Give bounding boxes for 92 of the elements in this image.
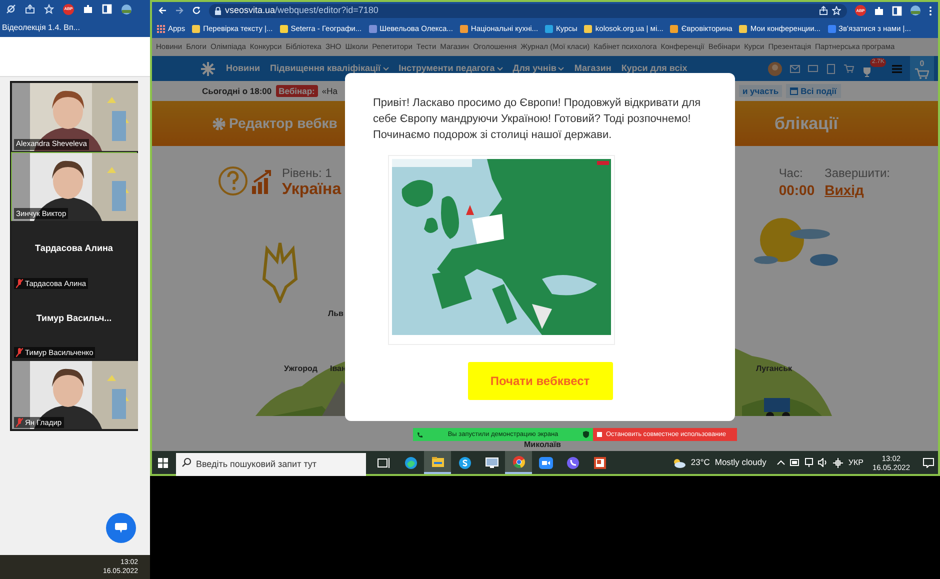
time-label: Час: [778, 166, 804, 180]
star-icon[interactable] [832, 6, 841, 15]
document-icon[interactable] [826, 64, 836, 74]
all-events-button[interactable]: Всі події [786, 84, 841, 98]
skype-s-icon [458, 456, 472, 470]
profile-avatar-icon[interactable] [910, 5, 921, 16]
gear-icon [212, 116, 226, 130]
trident-emblem-icon [260, 241, 300, 303]
site-favicon-icon [280, 24, 288, 32]
phone-icon [417, 432, 423, 438]
temperature: 23°C [690, 456, 710, 469]
site-favicon-icon [828, 24, 836, 32]
task-view-icon [376, 456, 390, 470]
apps-grid-icon [157, 24, 165, 32]
map-label: Ужгород [284, 363, 318, 375]
site-favicon-icon [739, 24, 748, 32]
country-name: Україна [282, 180, 342, 200]
search-field[interactable]: Введіть пошуковий запит тут [176, 452, 366, 476]
language-indicator[interactable]: УКР [848, 456, 864, 468]
address-bar[interactable]: vseosvita.ua/webquest/editor?id=7180 [209, 4, 847, 18]
chevron-up-icon[interactable] [777, 460, 786, 465]
browser-swirl-icon [404, 456, 418, 470]
mail-icon[interactable] [790, 64, 800, 72]
site-favicon-icon [584, 24, 592, 32]
phone-bubble-icon [566, 456, 580, 470]
site-nav-link[interactable]: Магазин [574, 62, 612, 76]
folder-icon [430, 454, 444, 468]
join-button[interactable]: и участь [739, 84, 782, 98]
map-label: Льв [328, 308, 344, 320]
finish-label: Завершити: [824, 166, 890, 180]
map-label: Луганськ [756, 363, 792, 375]
speaker-icon[interactable] [818, 458, 828, 467]
notification-icon[interactable] [923, 458, 934, 468]
site-favicon-icon [670, 24, 678, 32]
cart-button[interactable]: 0 [910, 56, 934, 81]
chevron-down-icon [382, 66, 389, 70]
map-label: Миколаїв [524, 439, 561, 451]
participant-display-name: Тардасова Алина [34, 242, 114, 256]
chrome-ball-icon [512, 454, 526, 468]
site-favicon-icon [192, 24, 200, 32]
start-webquest-button[interactable]: Почати вебквест [468, 362, 612, 400]
site-nav-link[interactable]: Курси для всіх [621, 62, 688, 76]
chat-button[interactable] [106, 513, 136, 543]
puzzle-icon[interactable] [83, 4, 93, 14]
site-nav-link[interactable]: Інструменти педагога [398, 62, 495, 76]
cart-icon[interactable] [844, 64, 854, 73]
video-camera-icon [538, 456, 552, 470]
chevron-down-icon [558, 66, 564, 70]
level-label: Рівень: 1 [282, 166, 333, 180]
site-nav-link[interactable]: Підвищення кваліфікації [270, 62, 381, 76]
sidebar-icon[interactable] [102, 4, 112, 14]
weather-text: Mostly cloudy [714, 456, 766, 469]
calendar-icon [790, 87, 798, 95]
share-icon[interactable] [819, 6, 828, 15]
site-favicon-icon [460, 24, 468, 32]
site-favicon-icon [545, 24, 554, 32]
exit-link[interactable]: Вихід [824, 180, 890, 200]
webinar-title: «На [322, 84, 338, 98]
lock-icon [215, 6, 221, 14]
network-icon[interactable] [833, 458, 844, 468]
snowflake-logo-icon[interactable] [200, 60, 216, 76]
cart-icon [915, 68, 929, 78]
webinar-label: Вебінар: [276, 84, 318, 98]
star-icon[interactable] [44, 4, 54, 14]
site-nav-link[interactable]: Новини [226, 62, 260, 76]
more-menu-icon[interactable] [929, 6, 932, 16]
reload-icon[interactable] [192, 6, 201, 15]
site-nav-link[interactable]: Для учнів [512, 62, 556, 76]
webinar-time: Сьогодні о 18:00 [202, 84, 272, 98]
chevron-down-icon [496, 66, 503, 70]
eye-slash-icon[interactable] [6, 4, 16, 14]
editor-title: Редактор вебкв [229, 114, 338, 133]
editor-title-end: блікації [774, 112, 838, 135]
trophy-icon[interactable] [862, 66, 872, 76]
cloud-sun-icon [672, 458, 686, 468]
forward-arrow-icon[interactable] [175, 6, 184, 15]
participant-display-name: Тимур Васильч... [35, 312, 113, 325]
stop-square-icon [597, 432, 602, 437]
presentation-icon [592, 456, 606, 470]
share-icon[interactable] [25, 4, 35, 14]
battery-icon[interactable] [790, 459, 800, 466]
welcome-message: Привіт! Ласкаво просимо до Європи! Продовжуй відкривати для себе Європу мандруючи Україною! Готовий? Тоді розпочнемо! Починаємо подорож зі столиці нашої держави. [373, 96, 702, 143]
profile-avatar-icon[interactable] [121, 4, 132, 14]
puzzle-icon[interactable] [874, 6, 884, 16]
shield-icon [583, 431, 589, 438]
back-arrow-icon[interactable] [158, 6, 167, 15]
bar-chart-icon [252, 170, 274, 194]
sidebar-icon[interactable] [892, 6, 902, 16]
monitor-icon [484, 456, 498, 470]
site-favicon-icon [368, 24, 377, 32]
timer-value: 00:00 [778, 181, 815, 200]
search-icon [182, 458, 191, 467]
